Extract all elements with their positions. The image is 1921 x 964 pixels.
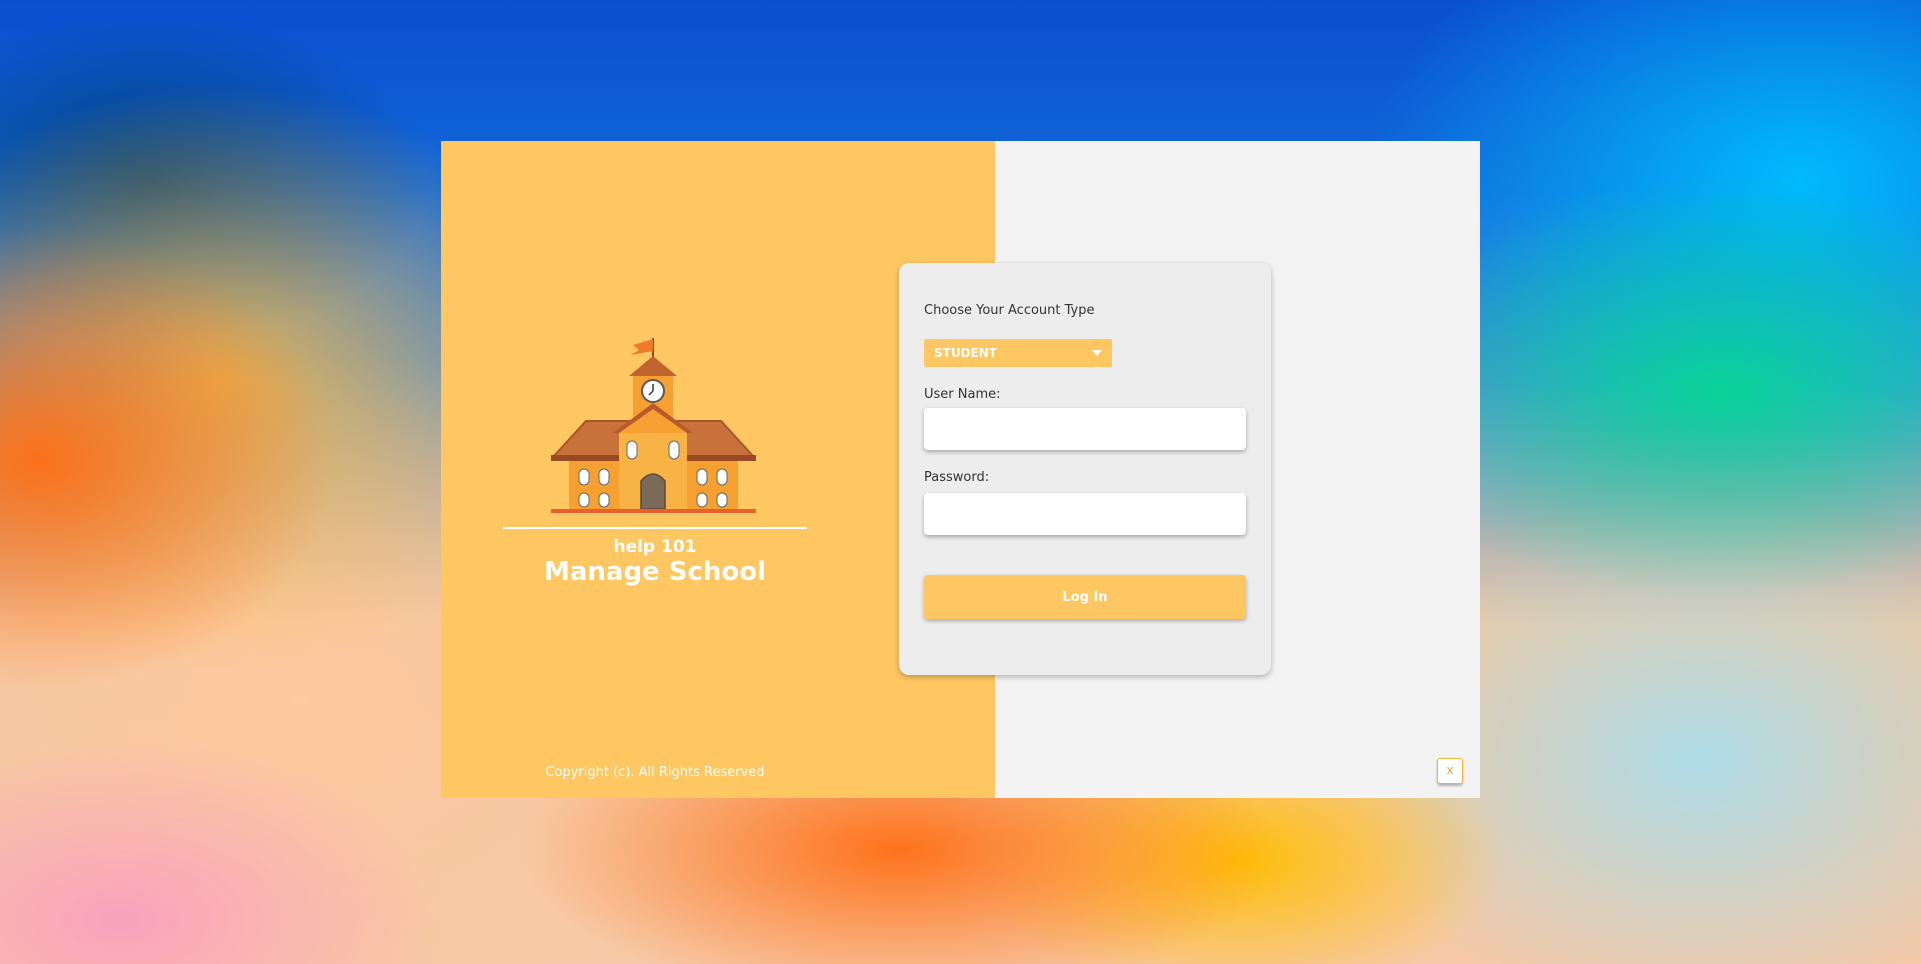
chevron-down-icon [1092, 350, 1102, 356]
brand-title: Manage School [543, 557, 767, 587]
password-input[interactable] [924, 493, 1246, 535]
login-window: help 101 Manage School Copyright (c). Al… [441, 141, 1480, 798]
account-type-label: Choose Your Account Type [924, 303, 1095, 318]
copyright-text: Copyright (c). All Rights Reserved [545, 765, 765, 780]
brand-subtitle: help 101 [613, 537, 697, 557]
login-card: Choose Your Account Type STUDENT User Na… [899, 263, 1271, 675]
account-type-value: STUDENT [934, 346, 997, 360]
password-label: Password: [924, 470, 990, 485]
username-input[interactable] [924, 408, 1246, 450]
school-building-icon [551, 338, 756, 513]
login-button[interactable]: Log In [924, 575, 1246, 619]
username-label: User Name: [924, 387, 1001, 402]
brand-divider [503, 527, 807, 529]
account-type-select[interactable]: STUDENT [924, 339, 1112, 367]
close-button[interactable]: x [1437, 758, 1463, 784]
